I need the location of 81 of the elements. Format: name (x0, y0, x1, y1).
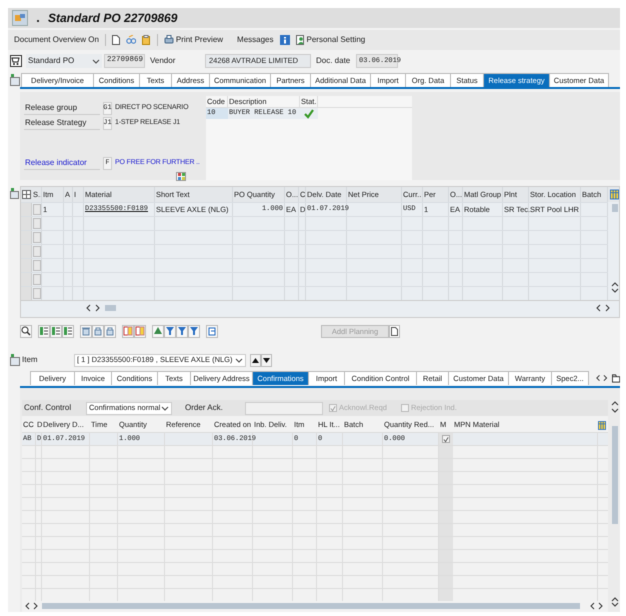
user-icon (296, 35, 305, 45)
scroll-down-icon[interactable] (611, 602, 619, 608)
next-item-button[interactable] (261, 354, 272, 366)
row-checkbox[interactable] (32, 232, 40, 243)
scroll-right-icon[interactable] (605, 304, 611, 312)
cart-icon[interactable] (10, 55, 22, 67)
scroll-up-icon[interactable] (610, 281, 618, 287)
scroll-left-icon[interactable] (589, 602, 595, 610)
clipboard-icon[interactable] (142, 35, 151, 45)
document-overview-button[interactable]: Document Overview On (14, 36, 99, 44)
print-preview-button[interactable]: Print Preview (164, 35, 224, 45)
field-label: Release indicator (24, 157, 100, 170)
folder-icon[interactable] (612, 374, 620, 383)
previous-item-button[interactable] (250, 354, 261, 366)
row-checkbox[interactable] (32, 274, 40, 285)
item-overview-icon[interactable] (10, 354, 20, 366)
scroll-left-icon[interactable] (24, 602, 30, 610)
row-checkbox[interactable] (32, 204, 40, 215)
field-label: Release Strategy (24, 117, 100, 130)
scroll-left-icon[interactable] (595, 304, 601, 312)
caret-icon (235, 356, 243, 364)
scroll-thumb[interactable] (105, 304, 116, 310)
caret-icon (92, 58, 100, 64)
sort-button[interactable] (152, 324, 164, 338)
scroll-right-icon[interactable] (598, 602, 604, 610)
copy-button[interactable] (122, 324, 134, 338)
item-overview-icon[interactable] (10, 188, 20, 199)
scroll-thumb[interactable] (612, 426, 618, 524)
row-checkbox[interactable] (32, 260, 40, 271)
conf-control-label: Conf. Control (24, 402, 72, 414)
document-button[interactable] (389, 324, 400, 338)
scroll-down-icon[interactable] (611, 408, 619, 414)
info-icon[interactable] (280, 35, 290, 45)
printer-icon (164, 35, 174, 45)
menu-icon[interactable] (12, 10, 28, 26)
filter-button[interactable] (176, 324, 188, 338)
table-settings-icon[interactable] (598, 420, 606, 430)
filter-button[interactable] (164, 324, 176, 338)
field-label: Release group (24, 102, 100, 115)
copy-button[interactable] (134, 324, 146, 338)
scroll-up-icon[interactable] (611, 400, 619, 406)
document-icon[interactable] (112, 35, 120, 45)
row-insert-button[interactable] (38, 324, 50, 338)
export-button[interactable] (206, 324, 218, 338)
messages-button[interactable]: Messages (237, 36, 274, 44)
triangle-down-icon (263, 358, 270, 362)
lock-button[interactable] (104, 324, 116, 338)
scroll-right-icon[interactable] (603, 374, 609, 382)
personal-setting-button[interactable]: Personal Setting (296, 35, 366, 45)
scroll-right-icon[interactable] (33, 602, 39, 610)
magnifier-button[interactable] (20, 324, 32, 338)
filter-button[interactable] (188, 324, 200, 338)
order-ack-field[interactable] (245, 402, 323, 414)
checkbox[interactable] (442, 435, 450, 443)
row-checkbox[interactable] (32, 218, 40, 229)
item-overview-icon[interactable] (10, 74, 20, 86)
item-label: Item (22, 354, 39, 366)
scroll-left-icon[interactable] (85, 304, 91, 312)
order-ack-label: Order Ack. (185, 402, 224, 414)
doc-date-label: Doc. date (316, 55, 352, 67)
scroll-right-icon[interactable] (95, 304, 101, 312)
table-settings-icon[interactable] (610, 189, 619, 200)
trash-button[interactable] (80, 324, 92, 338)
caret-icon (161, 404, 169, 412)
lock-button[interactable] (92, 324, 104, 338)
scroll-down-icon[interactable] (610, 288, 618, 294)
vendor-label: Vendor (150, 55, 176, 67)
document-type-dropdown[interactable]: Standard PO (26, 54, 102, 68)
window-title: Standard PO 22709869 (48, 10, 178, 27)
row-insert-button[interactable] (50, 324, 62, 338)
scroll-up-icon[interactable] (611, 596, 619, 602)
glasses-icon[interactable] (126, 35, 136, 45)
triangle-up-icon (252, 358, 259, 362)
row-insert-button[interactable] (62, 324, 74, 338)
grid-button[interactable] (176, 172, 186, 181)
scroll-thumb[interactable] (42, 602, 580, 608)
row-checkbox[interactable] (32, 246, 40, 257)
row-checkbox[interactable] (32, 288, 40, 299)
select-all-icon[interactable] (22, 190, 31, 199)
scroll-left-icon[interactable] (595, 374, 600, 382)
scroll-thumb[interactable] (612, 204, 618, 212)
